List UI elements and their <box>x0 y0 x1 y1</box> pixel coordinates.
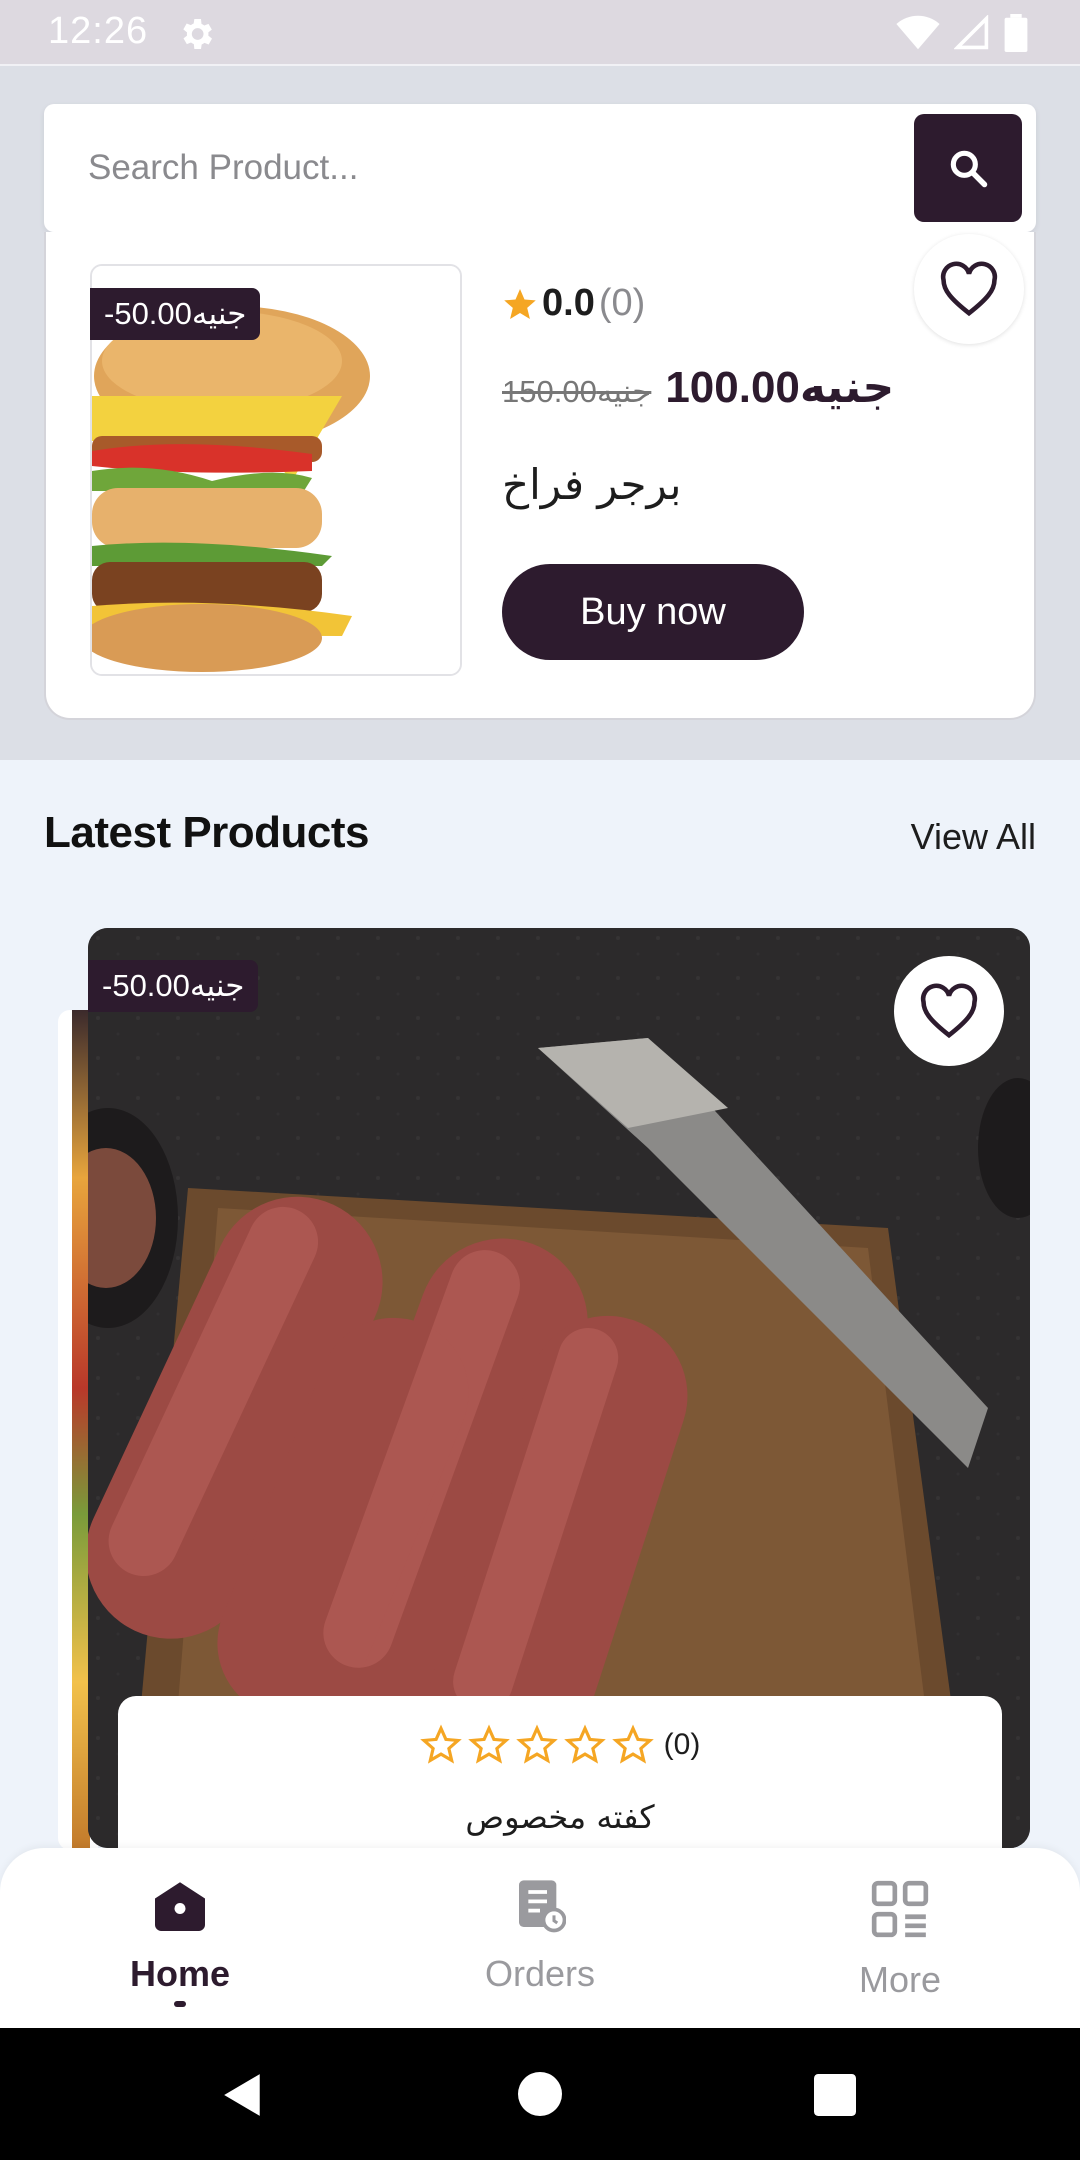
product-info-panel: (0) كفته مخصوص <box>118 1696 1002 1848</box>
system-navigation-bar <box>0 2028 1080 2160</box>
discount-badge: -50.00جنيه <box>90 288 261 340</box>
status-bar: 12:26 <box>0 0 1080 66</box>
wifi-icon <box>896 15 940 50</box>
star-outline-icon <box>467 1724 510 1764</box>
search-bar <box>44 104 1036 232</box>
recents-icon[interactable] <box>814 2074 856 2116</box>
old-price: 150.00جنيه <box>502 374 652 409</box>
product-name: برجر فراخ <box>502 460 682 509</box>
back-icon[interactable] <box>222 2072 264 2118</box>
section-title: Latest Products <box>44 808 370 857</box>
signal-icon <box>954 15 989 50</box>
nav-item-orders[interactable]: Orders <box>440 1878 640 1995</box>
nav-item-home[interactable]: Home <box>80 1878 280 2007</box>
product-name: كفته مخصوص <box>465 1798 655 1836</box>
star-outline-icon <box>419 1724 462 1764</box>
rating-value: 0.0 <box>542 282 595 324</box>
nav-label: More <box>858 1959 942 2000</box>
system-icons <box>896 14 1028 52</box>
nav-label: Home <box>129 1953 231 1994</box>
status-time: 12:26 <box>48 10 149 52</box>
heart-icon <box>920 983 978 1039</box>
search-button[interactable] <box>914 114 1022 222</box>
view-all-link[interactable]: View All <box>911 816 1036 858</box>
search-icon <box>950 150 988 188</box>
star-outline-icon <box>515 1724 558 1764</box>
rating-count: (0) <box>598 282 646 324</box>
rating-row: 0.0 (0) <box>502 282 645 325</box>
buy-now-button[interactable]: Buy now <box>502 564 804 660</box>
star-outline-icon <box>563 1724 606 1764</box>
orders-icon <box>519 1880 567 1933</box>
battery-icon <box>1004 14 1028 52</box>
home-circle-icon[interactable] <box>518 2072 562 2116</box>
rating-count: (0) <box>663 1728 701 1761</box>
new-price: 100.00جنيه <box>665 363 895 412</box>
settings-gear-icon <box>183 19 212 49</box>
grid-icon <box>871 1880 929 1938</box>
nav-item-more[interactable]: More <box>800 1878 1000 2001</box>
discount-badge: -50.00جنيه <box>88 960 259 1012</box>
latest-product-card[interactable]: -50.00جنيه (0) كفته مخصوص <box>88 928 1030 1848</box>
featured-product-card[interactable]: -50.00جنيه 0.0 (0) 150.00جنيه 100.00جنيه… <box>44 232 1036 720</box>
home-icon <box>155 1882 205 1931</box>
bottom-navigation: Home Orders More <box>0 1848 1080 2028</box>
nav-label: Orders <box>484 1953 596 1994</box>
search-input[interactable] <box>88 134 888 202</box>
favorite-button[interactable] <box>914 234 1024 344</box>
price-row: 150.00جنيه 100.00جنيه <box>502 362 894 413</box>
heart-icon <box>940 261 998 317</box>
star-icon <box>504 288 536 319</box>
favorite-button[interactable] <box>894 956 1004 1066</box>
star-rating: (0) <box>118 1724 1002 1766</box>
star-outline-icon <box>611 1724 654 1764</box>
active-indicator <box>174 2001 186 2007</box>
